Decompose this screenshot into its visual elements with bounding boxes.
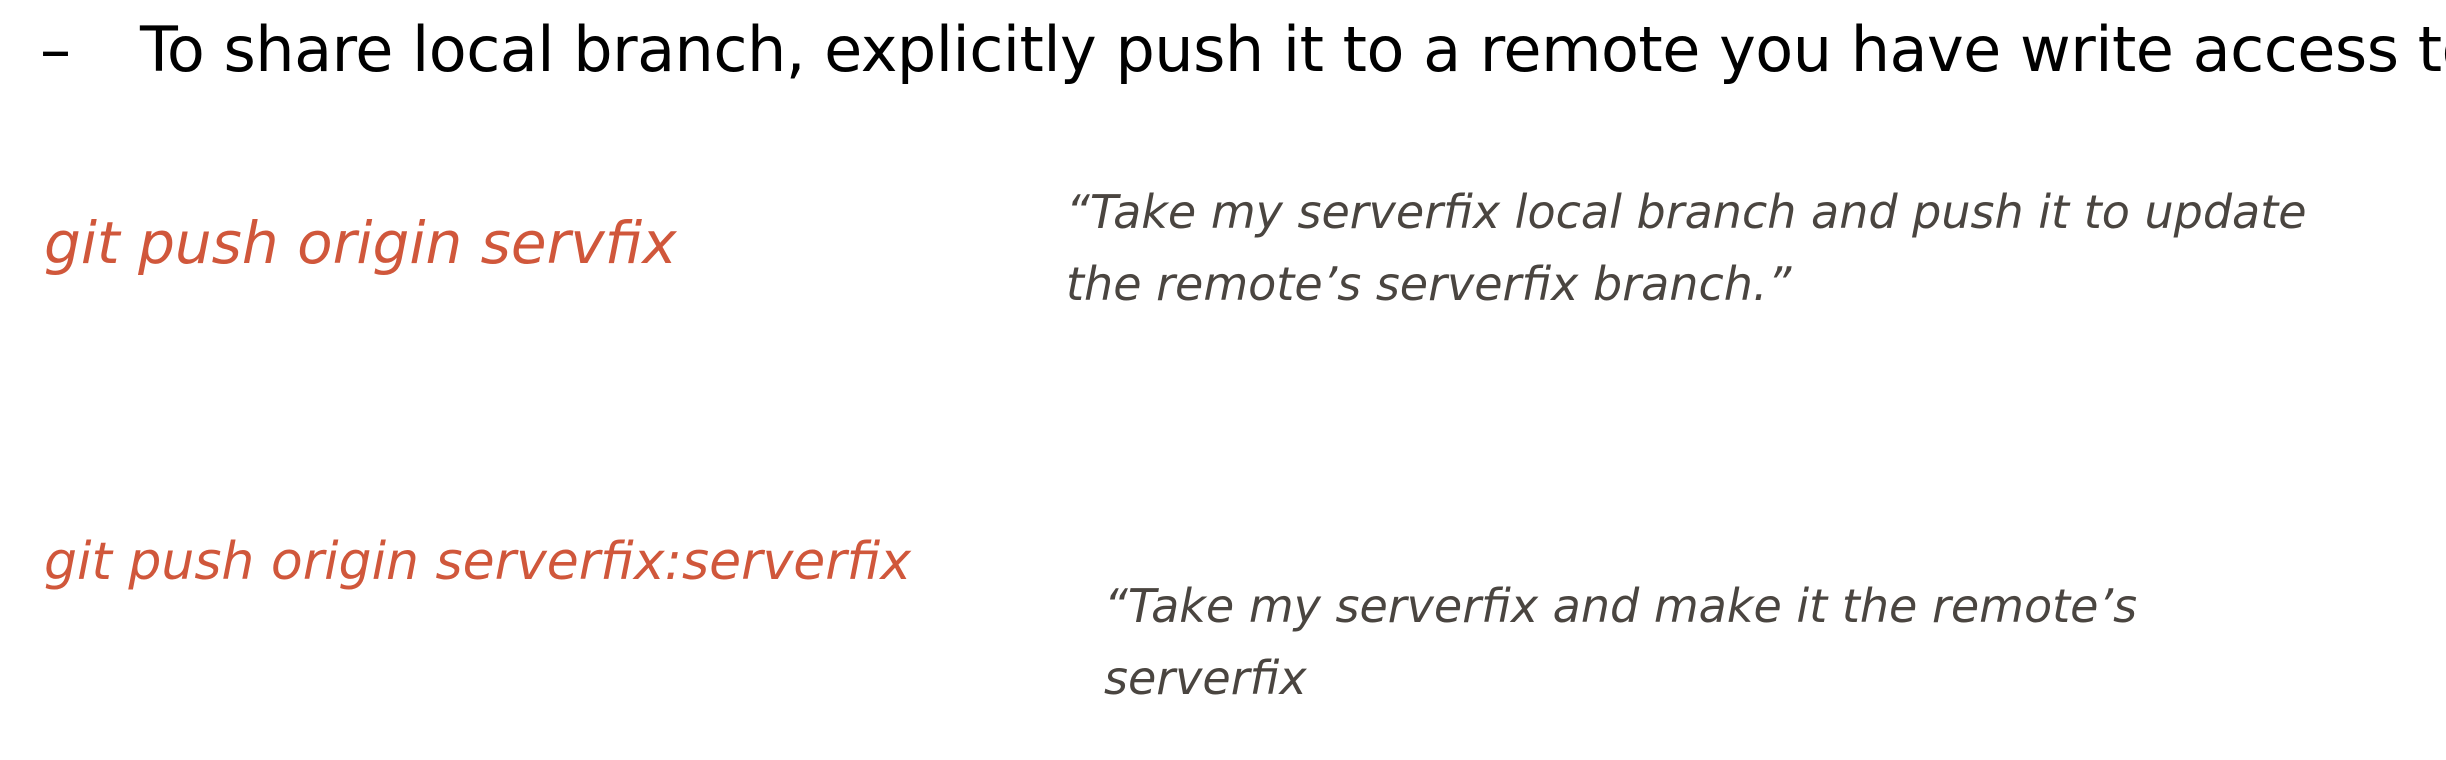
quote-push-servfix: “Take my serverfix local branch and push… [1066,176,2307,320]
quote-line: “Take my serverfix and make it the remot… [1104,579,2138,633]
command-push-serverfix-refspec: git push origin serverfix:serverfix [44,532,911,592]
quote-push-serverfix-refspec: “Take my serverfix and make it the remot… [1104,570,2137,714]
quote-line: “Take my serverfix local branch and push… [1066,185,2307,239]
quote-line: the remote’s serverfix branch.” [1066,257,1792,311]
command-push-servfix: git push origin servfix [44,209,677,277]
bullet-dash: – [40,13,71,86]
bullet-text: To share local branch, explicitly push i… [140,13,2446,86]
quote-line: serverfix [1104,651,1307,705]
